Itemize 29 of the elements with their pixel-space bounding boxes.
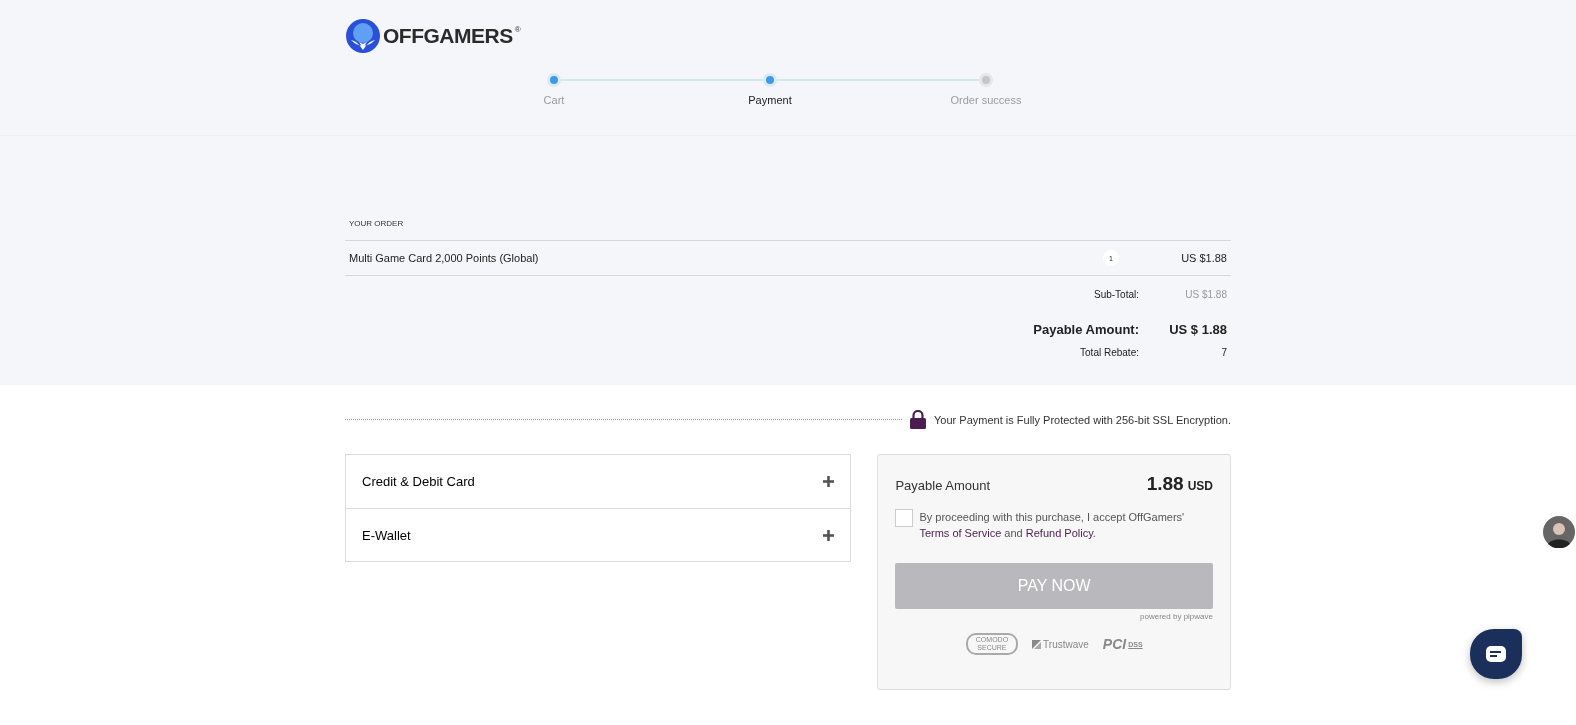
subtotal-value: US $1.88 <box>1184 288 1227 300</box>
refund-link[interactable]: Refund Policy <box>1025 527 1093 539</box>
security-note: Your Payment is Fully Protected with 256-bit SSL Encryption. <box>934 413 1231 426</box>
avatar-icon[interactable] <box>1543 516 1575 548</box>
terms-checkbox[interactable] <box>895 509 914 527</box>
amount-value: 1.88 <box>1146 473 1184 494</box>
step-label: Order success <box>950 94 1022 106</box>
chat-icon <box>1486 646 1506 662</box>
lock-icon <box>910 410 927 429</box>
product-price: US $1.88 <box>1180 252 1227 264</box>
chat-button[interactable] <box>1470 629 1522 679</box>
powered-by-text: powered by pipwave <box>1139 612 1213 621</box>
payable-label: Payable Amount: <box>1033 321 1139 337</box>
step-label: Cart <box>543 94 565 106</box>
subtotal-label: Sub-Total: <box>1093 288 1139 300</box>
product-name: Multi Game Card 2,000 Points (Global) <box>349 252 540 264</box>
rebate-value: 7 <box>1220 346 1227 358</box>
terms-link[interactable]: Terms of Service <box>919 527 1002 539</box>
rebate-label: Total Rebate: <box>1080 346 1139 358</box>
registered-mark: ® <box>514 25 521 34</box>
order-heading: YOUR ORDER <box>348 219 405 230</box>
payable-value: US $ 1.88 <box>1168 321 1227 337</box>
amount-label: Payable Amount <box>895 478 991 493</box>
step-label: Payment <box>748 94 792 106</box>
terms-text: By proceeding with this purchase, I accept OffGamers' Terms of Service and Refund Policy. <box>919 510 1185 541</box>
currency: USD <box>1187 479 1213 493</box>
trustwave-logo: Trustwave <box>1032 638 1089 650</box>
logo-text: OFFGAMERS <box>383 24 513 48</box>
logo-icon <box>345 18 381 54</box>
